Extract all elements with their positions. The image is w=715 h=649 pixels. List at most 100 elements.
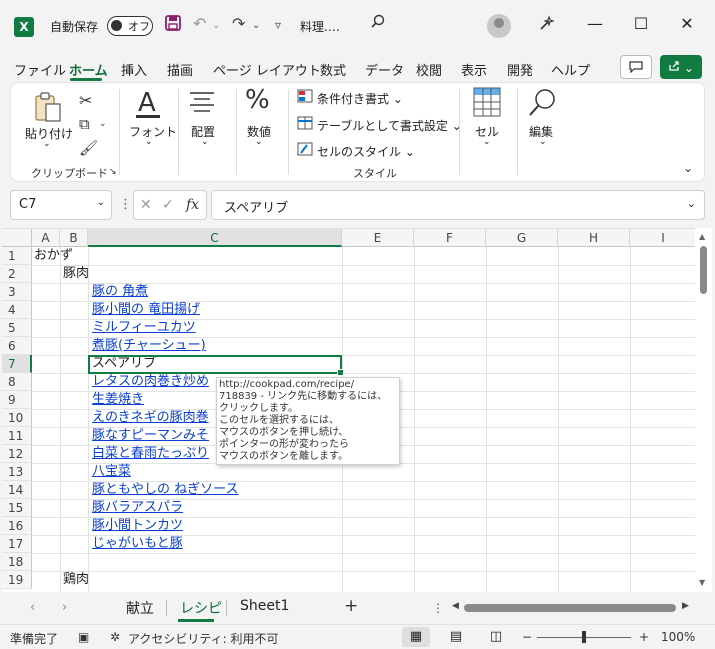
- more-options-icon[interactable]: ⋮: [119, 197, 132, 212]
- editing-search-icon[interactable]: [527, 87, 557, 122]
- cells-icon[interactable]: [473, 87, 501, 120]
- maximize-button[interactable]: ☐: [626, 14, 656, 33]
- cancel-icon[interactable]: ✕: [140, 197, 152, 213]
- cell-b19[interactable]: 鶏肉: [63, 571, 89, 589]
- font-button[interactable]: フォント: [129, 123, 177, 140]
- tab-developer[interactable]: 開発: [507, 60, 533, 79]
- tab-data[interactable]: データ: [365, 60, 404, 79]
- sheet-tab-sheet1[interactable]: Sheet1: [240, 598, 289, 614]
- name-box[interactable]: C7 ⌄: [10, 190, 112, 220]
- tab-insert[interactable]: 挿入: [121, 60, 147, 79]
- paste-dropdown-icon[interactable]: ⌄: [43, 139, 51, 149]
- normal-view-icon[interactable]: ▦: [402, 627, 430, 647]
- column-header-i[interactable]: I: [630, 229, 697, 247]
- vertical-scrollbar[interactable]: ▲ ▼: [695, 228, 712, 592]
- tab-home[interactable]: ホーム: [69, 60, 108, 79]
- accessibility-status[interactable]: アクセシビリティ: 利用不可: [128, 630, 279, 647]
- cell-style-button[interactable]: セルのスタイル ⌄: [317, 143, 415, 160]
- cell-a1[interactable]: おかず: [34, 247, 73, 265]
- tab-formulas[interactable]: 数式: [320, 60, 346, 79]
- percent-icon[interactable]: %: [245, 85, 270, 115]
- cell-c6-link[interactable]: 煮豚(チャーシュー): [92, 337, 206, 355]
- zoom-in-button[interactable]: +: [639, 630, 649, 644]
- search-icon[interactable]: [370, 14, 386, 34]
- macro-record-icon[interactable]: ▣: [78, 630, 89, 644]
- cell-c14-link[interactable]: 豚ともやしの ねぎソース: [92, 481, 238, 499]
- row-header[interactable]: 16: [2, 517, 32, 535]
- cell-c9-link[interactable]: 生姜焼き: [92, 391, 144, 409]
- row-header[interactable]: 3: [2, 283, 32, 301]
- customize-toolbar-icon[interactable]: ▿: [275, 18, 281, 32]
- copy-icon[interactable]: ⧉: [79, 115, 90, 133]
- scroll-up-icon[interactable]: ▲: [699, 232, 705, 241]
- tab-draw[interactable]: 描画: [167, 60, 193, 79]
- collapse-ribbon-icon[interactable]: ⌄: [683, 161, 693, 175]
- scroll-left-icon[interactable]: ◀: [452, 601, 459, 611]
- cell-c13-link[interactable]: 八宝菜: [92, 463, 131, 481]
- undo-icon[interactable]: ↶: [193, 14, 206, 33]
- clipboard-launcher-icon[interactable]: ↘: [109, 167, 117, 177]
- tab-help[interactable]: ヘルプ: [551, 60, 590, 79]
- column-header-c[interactable]: C: [88, 229, 342, 247]
- cell-c12-link[interactable]: 白菜と春雨たっぷり: [92, 445, 209, 463]
- horizontal-scrollbar[interactable]: ◀ ▶: [448, 601, 694, 614]
- name-box-dropdown-icon[interactable]: ⌄: [97, 197, 105, 208]
- row-header[interactable]: 12: [2, 445, 32, 463]
- zoom-out-button[interactable]: −: [522, 630, 532, 644]
- alignment-icon[interactable]: [189, 91, 215, 116]
- redo-dropdown-icon[interactable]: ⌄: [252, 20, 260, 31]
- select-all-corner[interactable]: [2, 229, 32, 247]
- file-name[interactable]: 料理.…: [300, 18, 340, 35]
- column-header-e[interactable]: E: [342, 229, 414, 247]
- column-header-a[interactable]: A: [32, 229, 60, 247]
- tab-review[interactable]: 校閲: [416, 60, 442, 79]
- add-sheet-button[interactable]: +: [344, 596, 358, 616]
- paste-icon[interactable]: [33, 91, 63, 126]
- font-icon[interactable]: A: [135, 87, 161, 124]
- row-header[interactable]: 9: [2, 391, 32, 409]
- cell-c4-link[interactable]: 豚小間の 竜田揚げ: [92, 301, 200, 319]
- tab-view[interactable]: 表示: [461, 60, 487, 79]
- row-header[interactable]: 6: [2, 337, 32, 355]
- row-header[interactable]: 13: [2, 463, 32, 481]
- cell-c8-link[interactable]: レタスの肉巻き炒め: [92, 373, 209, 391]
- copy-dropdown-icon[interactable]: ⌄: [99, 119, 107, 129]
- vertical-scroll-thumb[interactable]: [700, 246, 707, 294]
- comments-button[interactable]: [620, 55, 652, 79]
- row-header-selected[interactable]: 7: [2, 355, 32, 373]
- sheet-tab-kondate[interactable]: 献立: [126, 598, 154, 618]
- expand-formula-icon[interactable]: ⌄: [687, 197, 696, 210]
- cell-c10-link[interactable]: えのきネギの豚肉巻: [92, 409, 209, 427]
- row-header[interactable]: 15: [2, 499, 32, 517]
- format-painter-icon[interactable]: 🖌: [79, 139, 98, 157]
- cell-c11-link[interactable]: 豚なすピーマンみそ: [92, 427, 209, 445]
- minimize-button[interactable]: —: [580, 14, 610, 33]
- column-header-b[interactable]: B: [60, 229, 88, 247]
- copilot-icon[interactable]: [538, 14, 556, 36]
- column-header-f[interactable]: F: [414, 229, 486, 247]
- enter-icon[interactable]: ✓: [162, 197, 174, 213]
- close-button[interactable]: ✕: [672, 14, 702, 33]
- page-layout-view-icon[interactable]: ▤: [442, 627, 470, 647]
- zoom-slider-knob[interactable]: [582, 631, 586, 643]
- row-header[interactable]: 10: [2, 409, 32, 427]
- accessibility-icon[interactable]: ✲: [110, 630, 120, 644]
- cut-icon[interactable]: ✂: [79, 91, 92, 110]
- table-format-button[interactable]: テーブルとして書式設定 ⌄: [317, 117, 462, 134]
- tab-bar-options-icon[interactable]: ⋮: [432, 601, 444, 615]
- sheet-tab-recipe[interactable]: レシピ: [180, 598, 222, 618]
- account-avatar[interactable]: [487, 14, 511, 38]
- font-dropdown-icon[interactable]: ⌄: [145, 137, 153, 147]
- save-icon[interactable]: [164, 14, 182, 36]
- column-header-g[interactable]: G: [486, 229, 558, 247]
- cell-c3-link[interactable]: 豚の 角煮: [92, 283, 148, 301]
- redo-icon[interactable]: ↷: [232, 14, 245, 33]
- zoom-level[interactable]: 100%: [661, 630, 695, 644]
- cell-c16-link[interactable]: 豚小間トンカツ: [92, 517, 183, 535]
- cell-c17-link[interactable]: じゃがいもと豚: [92, 535, 183, 553]
- insert-function-button[interactable]: fx: [186, 197, 199, 213]
- row-header[interactable]: 8: [2, 373, 32, 391]
- previous-sheet-icon[interactable]: ‹: [30, 600, 35, 615]
- row-header[interactable]: 19: [2, 571, 32, 589]
- row-header[interactable]: 11: [2, 427, 32, 445]
